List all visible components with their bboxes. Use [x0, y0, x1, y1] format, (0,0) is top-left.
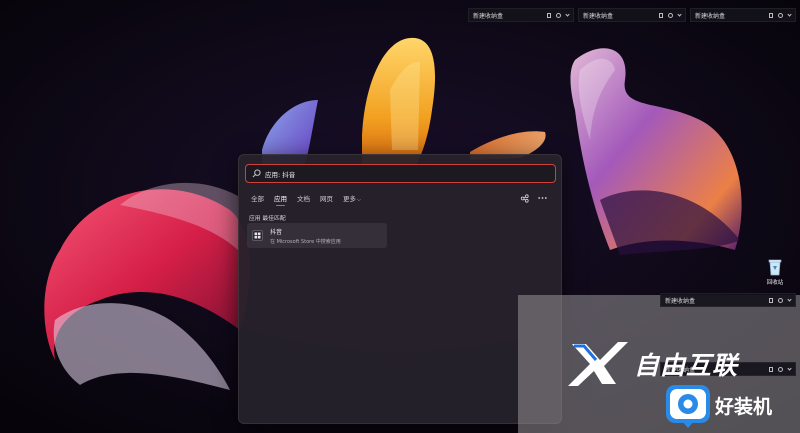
chevron-down-icon[interactable]	[677, 11, 682, 17]
lock-icon[interactable]	[769, 366, 773, 372]
search-input[interactable]	[265, 169, 545, 178]
recycle-bin[interactable]: 回收站	[762, 258, 788, 286]
settings-icon[interactable]	[778, 366, 783, 372]
chevron-down-icon[interactable]	[565, 11, 570, 17]
best-match-result[interactable]: 抖音 在 Microsoft Store 中搜索应用	[247, 223, 387, 248]
chevron-down-icon[interactable]	[787, 296, 792, 302]
box-widget-1[interactable]: 新建收纳盒	[468, 8, 574, 22]
settings-icon[interactable]	[556, 12, 561, 18]
more-options-icon[interactable]	[538, 196, 547, 200]
chevron-down-icon[interactable]	[787, 11, 792, 17]
box-widget-title: 新建收纳盒	[665, 297, 696, 305]
box-widget-2[interactable]: 新建收纳盒	[578, 8, 686, 22]
settings-icon[interactable]	[778, 297, 783, 303]
chevron-down-icon: ⌵	[357, 197, 361, 203]
lock-icon[interactable]	[769, 12, 773, 18]
share-icon[interactable]	[520, 193, 529, 203]
tab-apps[interactable]: 应用	[274, 193, 287, 206]
lock-icon[interactable]	[769, 297, 773, 303]
search-panel-actions	[520, 192, 547, 204]
search-filter-tabs: 全部 应用 文档 网页 更多⌵	[251, 192, 361, 206]
settings-icon[interactable]	[668, 12, 673, 18]
box-widget-3[interactable]: 新建收纳盒	[690, 8, 796, 22]
install-logo-icon	[666, 385, 710, 428]
tab-more-label: 更多	[343, 195, 356, 203]
box-widget-4[interactable]: 新建收纳盒	[660, 293, 796, 307]
lock-icon[interactable]	[547, 12, 551, 18]
search-box[interactable]	[245, 164, 556, 183]
store-app-icon	[252, 230, 263, 241]
watermark-brand-text: 自由互联	[634, 351, 739, 380]
settings-icon[interactable]	[778, 12, 783, 18]
box-widget-title: 新建收纳盒	[695, 12, 726, 20]
tab-web[interactable]: 网页	[320, 193, 333, 203]
start-search-panel: 全部 应用 文档 网页 更多⌵ 应用 最佳匹配	[238, 154, 562, 424]
result-app-name: 抖音	[270, 228, 283, 236]
box-widget-title: 新建收纳盒	[583, 12, 614, 20]
tab-all[interactable]: 全部	[251, 193, 264, 203]
box-widget-title: 新建收纳盒	[473, 12, 504, 20]
watermark-secondary-text: 好装机	[715, 396, 773, 418]
brand-logo-icon	[568, 342, 628, 386]
tab-documents[interactable]: 文档	[297, 193, 310, 203]
chevron-down-icon[interactable]	[787, 365, 792, 371]
recycle-bin-label: 回收站	[766, 280, 784, 286]
tab-more[interactable]: 更多⌵	[343, 193, 361, 203]
lock-icon[interactable]	[659, 12, 663, 18]
result-app-subtitle: 在 Microsoft Store 中搜索应用	[270, 238, 341, 245]
best-match-heading: 应用 最佳匹配	[249, 216, 286, 222]
recycle-bin-icon	[768, 258, 782, 276]
search-icon	[252, 169, 261, 178]
